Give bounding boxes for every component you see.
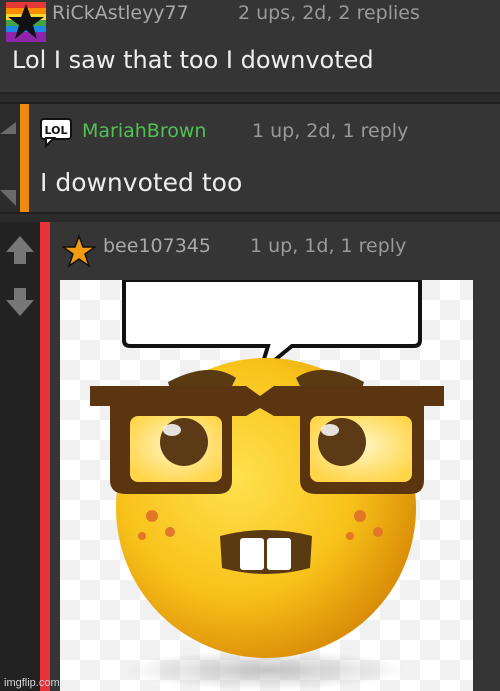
comment-mariahbrown: LOL MariahBrown 1 up, 2d, 1 reply I down… — [0, 102, 500, 214]
comment-meta: 2 ups, 2d, 2 replies — [238, 2, 420, 24]
vote-column — [0, 104, 20, 212]
downvote-icon[interactable] — [0, 282, 40, 322]
thread-line — [40, 222, 50, 691]
comment-rickastleyy77: RiCkAstleyy77 2 ups, 2d, 2 replies Lol I… — [0, 0, 500, 94]
comment-text: Lol I saw that too I downvoted — [12, 46, 374, 74]
comment-meta: 1 up, 1d, 1 reply — [250, 235, 407, 257]
username[interactable]: bee107345 — [103, 235, 211, 257]
vote-column — [0, 222, 40, 691]
orange-star-icon[interactable] — [60, 233, 98, 268]
svg-text:LOL: LOL — [45, 124, 68, 137]
username[interactable]: RiCkAstleyy77 — [52, 2, 189, 24]
rainbow-star-icon[interactable] — [6, 2, 46, 42]
lol-speech-bubble-icon[interactable]: LOL — [40, 118, 74, 149]
comment-bee107345: bee107345 1 up, 1d, 1 reply imgflip.com — [0, 222, 500, 691]
comment-text: I downvoted too — [40, 168, 243, 197]
imgflip-watermark: imgflip.com — [4, 677, 60, 689]
upvote-icon[interactable] — [0, 230, 40, 270]
thread-line — [20, 104, 29, 212]
username[interactable]: MariahBrown — [82, 120, 206, 142]
nerd-emoji-meme-image[interactable] — [60, 280, 473, 691]
comment-meta: 1 up, 2d, 1 reply — [252, 120, 409, 142]
